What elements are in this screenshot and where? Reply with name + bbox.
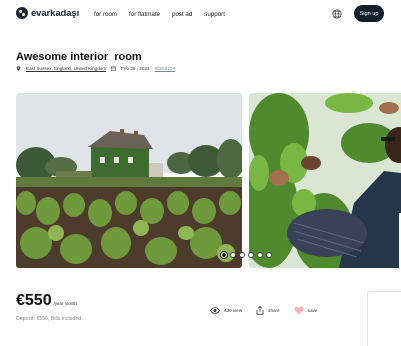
gallery-dot[interactable] — [266, 252, 272, 258]
price-unit: /year month — [53, 301, 77, 306]
share-icon — [256, 306, 264, 315]
people-plants-photo[interactable] — [249, 93, 401, 268]
calendar-icon — [111, 66, 117, 71]
price-amount: €550 — [16, 292, 52, 309]
save-label: save — [307, 308, 318, 313]
logo[interactable]: evarkadaşı — [16, 7, 79, 19]
eye-icon — [210, 307, 220, 314]
main-nav: for room for flatmate post ad support — [94, 11, 225, 18]
views-label: 430 view — [224, 308, 243, 313]
nav-item-support[interactable]: support — [204, 11, 225, 18]
top-navigation-bar: evarkadaşı for room for flatmate post ad… — [0, 0, 401, 30]
listing-date: Feb 28 , 2023 — [121, 66, 150, 71]
listing-actions: 430 view share save — [210, 306, 325, 315]
globe-icon[interactable] — [332, 9, 342, 19]
listing-meta: East Sussex, England, United Kingdom Feb… — [16, 66, 175, 71]
gallery-dot[interactable] — [221, 252, 227, 258]
deposit-info: Deposit: €550, Bills included — [16, 316, 82, 322]
listing-location[interactable]: East Sussex, England, United Kingdom — [26, 66, 106, 71]
logo-icon — [16, 7, 28, 19]
gallery-dot[interactable] — [239, 252, 245, 258]
house-vineyard-photo[interactable] — [16, 93, 242, 268]
location-pin-icon — [16, 66, 21, 71]
views-counter: 430 view — [210, 307, 242, 314]
price-block: €550 /year month — [16, 292, 77, 310]
share-label: share — [268, 308, 280, 313]
nav-item-post-ad[interactable]: post ad — [172, 11, 192, 18]
gallery-dot[interactable] — [248, 252, 254, 258]
gallery-dot[interactable] — [230, 252, 236, 258]
gallery-pagination — [221, 252, 272, 258]
booking-card — [367, 291, 401, 346]
signup-button[interactable]: Sign up — [354, 5, 384, 22]
nav-item-for-flatmate[interactable]: for flatmate — [129, 11, 160, 18]
listing-title: Awesome interior room — [16, 51, 142, 63]
share-button[interactable]: share — [256, 306, 280, 315]
heart-icon — [294, 306, 304, 315]
nav-item-for-room[interactable]: for room — [94, 11, 117, 18]
save-button[interactable]: save — [294, 306, 318, 315]
logo-text: evarkadaşı — [31, 7, 80, 19]
listing-reference[interactable]: #5550203 — [155, 66, 175, 71]
gallery-dot[interactable] — [257, 252, 263, 258]
